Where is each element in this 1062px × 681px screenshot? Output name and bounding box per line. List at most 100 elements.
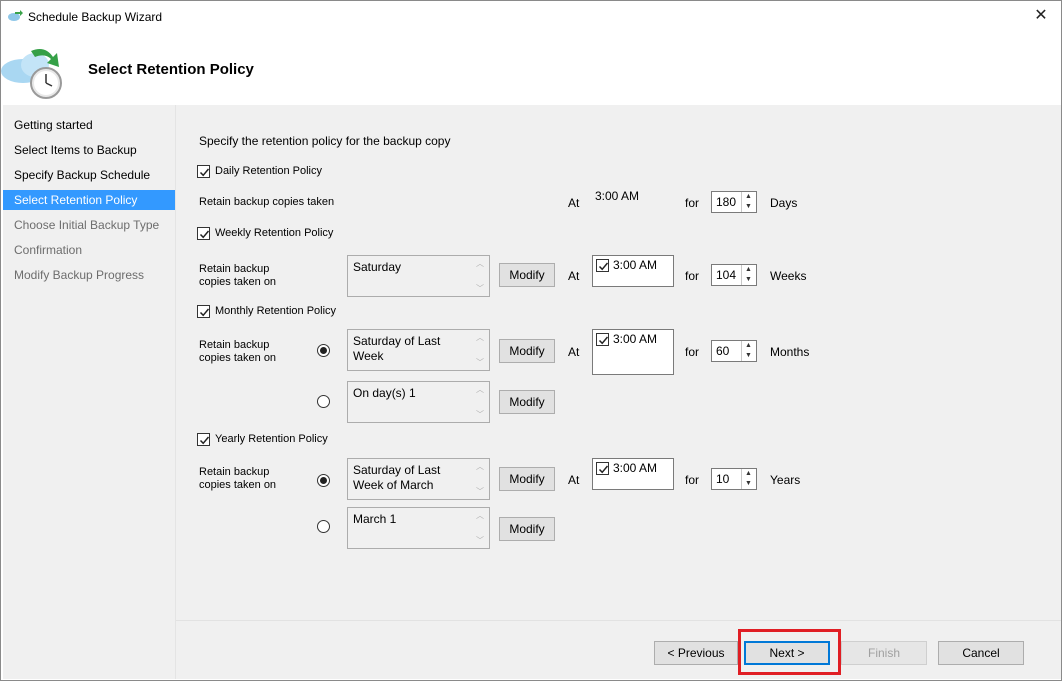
yearly-count-spinner[interactable]: 10 ▲ ▼ [711, 468, 757, 490]
weekly-time-box[interactable]: 3:00 AM [592, 255, 674, 287]
step-getting-started[interactable]: Getting started [3, 115, 175, 135]
weekly-day-value: Saturday [353, 260, 402, 274]
daily-unit-label: Days [770, 196, 798, 210]
listbox-scrollbar[interactable]: ︿ ﹀ [472, 459, 489, 499]
chevron-up-icon[interactable]: ︿ [476, 258, 484, 269]
yearly-time-checkbox[interactable] [596, 462, 609, 475]
spinner-arrows[interactable]: ▲ ▼ [741, 265, 756, 285]
yearly-time-value: 3:00 AM [613, 461, 658, 475]
monthly-retention-checkbox[interactable] [197, 305, 210, 318]
weekly-time-checkbox[interactable] [596, 259, 609, 272]
arrow-up-icon[interactable]: ▲ [745, 193, 752, 201]
monthly-count-spinner[interactable]: 60 ▲ ▼ [711, 340, 757, 362]
yearly-option2-radio[interactable] [317, 520, 330, 533]
monthly-time-checkbox[interactable] [596, 333, 609, 346]
daily-retention-checkbox[interactable] [197, 165, 210, 178]
arrow-down-icon[interactable]: ▼ [745, 203, 752, 211]
chevron-down-icon[interactable]: ﹀ [476, 357, 484, 368]
yearly-option1-modify-button[interactable]: Modify [499, 467, 555, 491]
arrow-up-icon[interactable]: ▲ [745, 470, 752, 478]
spinner-arrows[interactable]: ▲ ▼ [741, 192, 756, 212]
finish-button: Finish [841, 641, 927, 665]
previous-button[interactable]: < Previous [654, 641, 738, 665]
checkmark-icon [199, 230, 210, 239]
arrow-up-icon[interactable]: ▲ [745, 266, 752, 274]
wizard-window: Schedule Backup Wizard ✕ Select Retentio… [0, 0, 1062, 681]
step-select-retention[interactable]: Select Retention Policy [3, 190, 175, 210]
title-bar: Schedule Backup Wizard ✕ [1, 1, 1061, 33]
weekly-count-spinner[interactable]: 104 ▲ ▼ [711, 264, 757, 286]
weekly-unit-label: Weeks [770, 269, 807, 283]
chevron-up-icon[interactable]: ︿ [476, 510, 484, 521]
yearly-retention-checkbox[interactable] [197, 433, 210, 446]
chevron-down-icon[interactable]: ﹀ [476, 486, 484, 497]
chevron-up-icon[interactable]: ︿ [476, 332, 484, 343]
monthly-at-label: At [568, 345, 580, 359]
listbox-scrollbar[interactable]: ︿ ﹀ [472, 256, 489, 296]
page-title: Select Retention Policy [88, 61, 254, 78]
backup-app-icon [8, 10, 23, 21]
monthly-option2-radio[interactable] [317, 395, 330, 408]
monthly-retention-label: Monthly Retention Policy [215, 305, 337, 317]
weekly-modify-button[interactable]: Modify [499, 263, 555, 287]
yearly-option1-value: Saturday of Last Week of March [353, 463, 441, 492]
checkmark-icon [199, 168, 210, 177]
weekly-for-label: for [685, 269, 700, 283]
backup-schedule-icon [1, 49, 62, 99]
spinner-arrows[interactable]: ▲ ▼ [741, 469, 756, 489]
next-button-highlight [738, 629, 841, 675]
monthly-option2-listbox[interactable]: On day(s) 1 ︿ ﹀ [347, 381, 490, 423]
step-modify-progress: Modify Backup Progress [14, 268, 145, 282]
step-select-items[interactable]: Select Items to Backup [3, 140, 175, 160]
weekly-retain-label-2: copies taken on [199, 276, 277, 288]
monthly-unit-label: Months [770, 345, 810, 359]
daily-for-label: for [685, 196, 700, 210]
arrow-up-icon[interactable]: ▲ [745, 342, 752, 350]
arrow-down-icon[interactable]: ▼ [745, 480, 752, 488]
yearly-count-value: 10 [716, 472, 730, 486]
chevron-down-icon[interactable]: ﹀ [476, 535, 484, 546]
checkmark-icon [598, 336, 609, 345]
checkmark-icon [199, 308, 210, 317]
monthly-retain-label-2: copies taken on [199, 352, 277, 364]
listbox-scrollbar[interactable]: ︿ ﹀ [472, 330, 489, 370]
weekly-at-label: At [568, 269, 580, 283]
cancel-button[interactable]: Cancel [938, 641, 1024, 665]
yearly-option2-modify-button[interactable]: Modify [499, 517, 555, 541]
listbox-scrollbar[interactable]: ︿ ﹀ [472, 382, 489, 422]
spinner-arrows[interactable]: ▲ ▼ [741, 341, 756, 361]
chevron-up-icon[interactable]: ︿ [476, 384, 484, 395]
window-title: Schedule Backup Wizard [28, 10, 163, 24]
arrow-down-icon[interactable]: ▼ [745, 276, 752, 284]
step-specify-schedule[interactable]: Specify Backup Schedule [3, 165, 175, 185]
yearly-unit-label: Years [770, 473, 801, 487]
weekly-retention-checkbox[interactable] [197, 227, 210, 240]
monthly-option1-radio[interactable] [317, 344, 330, 357]
daily-retain-label: Retain backup copies taken [199, 196, 335, 208]
arrow-down-icon[interactable]: ▼ [745, 352, 752, 360]
monthly-option1-listbox[interactable]: Saturday of Last Week ︿ ﹀ [347, 329, 490, 371]
yearly-option1-radio[interactable] [317, 474, 330, 487]
weekly-day-listbox[interactable]: Saturday ︿ ﹀ [347, 255, 490, 297]
weekly-count-value: 104 [716, 268, 737, 282]
monthly-time-value: 3:00 AM [613, 332, 658, 346]
close-icon[interactable]: ✕ [1027, 5, 1055, 27]
wizard-steps-sidebar: Getting started Select Items to Backup S… [3, 105, 175, 679]
yearly-option1-listbox[interactable]: Saturday of Last Week of March ︿ ﹀ [347, 458, 490, 500]
monthly-option1-modify-button[interactable]: Modify [499, 339, 555, 363]
chevron-down-icon[interactable]: ﹀ [476, 283, 484, 294]
wizard-footer: < Previous Next > Finish Cancel [176, 620, 1061, 679]
checkmark-icon [598, 465, 609, 474]
monthly-option2-value: On day(s) 1 [353, 386, 416, 400]
yearly-option2-listbox[interactable]: March 1 ︿ ﹀ [347, 507, 490, 549]
daily-count-spinner[interactable]: 180 ▲ ▼ [711, 191, 757, 213]
monthly-option2-modify-button[interactable]: Modify [499, 390, 555, 414]
chevron-down-icon[interactable]: ﹀ [476, 409, 484, 420]
listbox-scrollbar[interactable]: ︿ ﹀ [472, 508, 489, 548]
yearly-time-box[interactable]: 3:00 AM [592, 458, 674, 490]
weekly-time-value: 3:00 AM [613, 258, 658, 272]
chevron-up-icon[interactable]: ︿ [476, 461, 484, 472]
monthly-time-box[interactable]: 3:00 AM [592, 329, 674, 375]
wizard-header: Select Retention Policy [1, 33, 1061, 105]
step-initial-backup-type: Choose Initial Backup Type [14, 218, 160, 232]
